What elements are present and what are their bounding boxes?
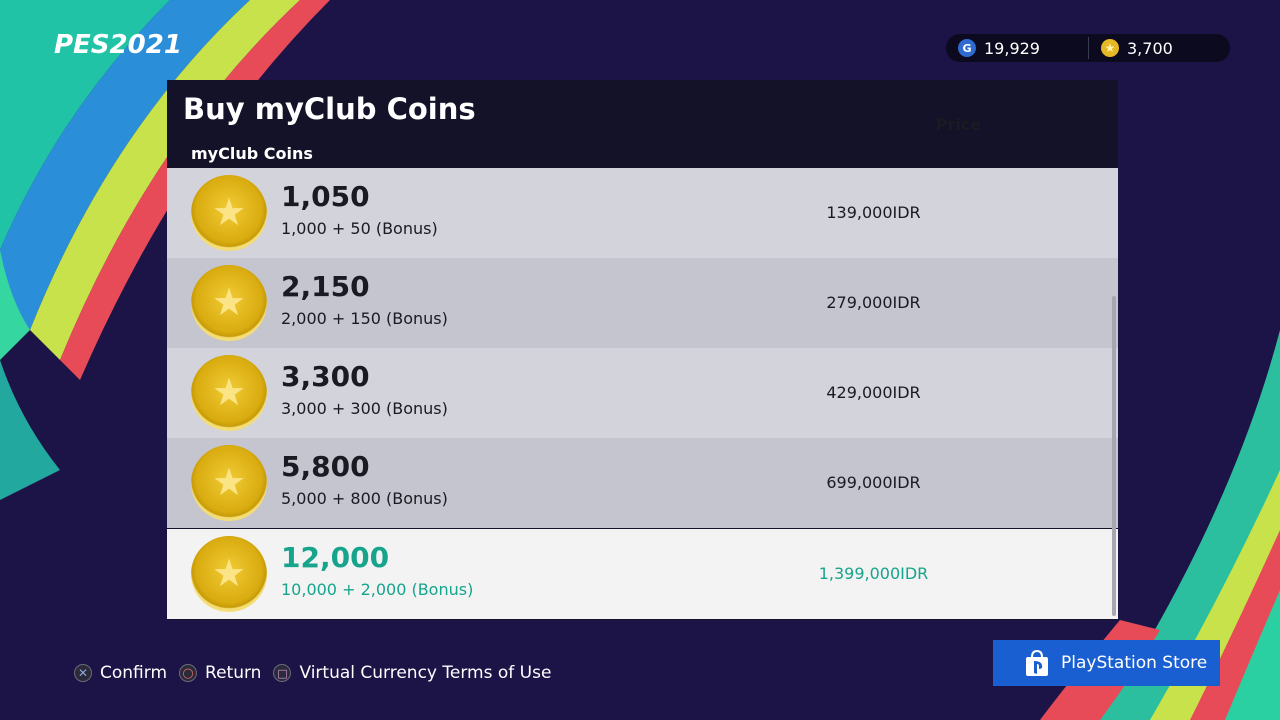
coin-package-list: ★ 1,050 1,000 + 50 (Bonus) 139,000IDR ★ …	[167, 168, 1118, 620]
package-amount: 3,300	[281, 360, 370, 393]
package-price: 279,000IDR	[826, 293, 921, 312]
package-amount: 5,800	[281, 450, 370, 483]
confirm-hint[interactable]: ✕ Confirm	[74, 663, 167, 683]
package-price: 429,000IDR	[826, 383, 921, 402]
coin-package-row[interactable]: ★ 2,150 2,000 + 150 (Bonus) 279,000IDR	[167, 258, 1118, 348]
package-detail: 3,000 + 300 (Bonus)	[281, 399, 448, 418]
currency-bar: G 19,929 ★ 3,700	[946, 34, 1230, 62]
confirm-label: Confirm	[100, 663, 168, 683]
coin-package-row[interactable]: ★ 3,300 3,000 + 300 (Bonus) 429,000IDR	[167, 348, 1118, 438]
playstation-store-label: PlayStation Store	[1061, 653, 1208, 673]
coins-value: 3,700	[1127, 38, 1173, 58]
gp-balance: G 19,929	[958, 34, 1040, 62]
pes2021-logo: PES2021	[54, 30, 182, 60]
package-price: 1,399,000IDR	[818, 564, 929, 583]
package-detail: 2,000 + 150 (Bonus)	[281, 309, 448, 328]
playstation-store-button[interactable]: PlayStation Store	[993, 640, 1220, 686]
coin-icon: ★	[191, 265, 267, 341]
scrollbar[interactable]	[1112, 296, 1116, 616]
column-header-price: Price	[935, 115, 982, 134]
package-amount: 2,150	[281, 270, 370, 303]
coin-icon: ★	[191, 175, 267, 251]
square-button-icon: □	[273, 664, 292, 682]
buy-coins-panel: Buy myClub Coins myClub Coins Price ★ 1,…	[167, 80, 1118, 620]
coin-package-row[interactable]: ★ 5,800 5,000 + 800 (Bonus) 699,000IDR	[167, 438, 1118, 528]
gp-icon: G	[958, 39, 976, 57]
star-icon: ★	[1101, 39, 1119, 57]
playstation-store-bag-icon	[1026, 649, 1048, 676]
package-amount: 12,000	[281, 541, 390, 574]
circle-button-icon: ○	[179, 664, 198, 682]
package-price: 139,000IDR	[826, 203, 921, 222]
page-title: Buy myClub Coins	[183, 92, 476, 126]
package-price: 699,000IDR	[826, 473, 921, 492]
gp-value: 19,929	[984, 38, 1040, 58]
currency-divider	[1088, 37, 1089, 59]
package-detail: 1,000 + 50 (Bonus)	[281, 219, 438, 238]
coin-icon: ★	[191, 355, 267, 431]
button-hints: ✕ Confirm ○ Return □ Virtual Currency Te…	[74, 662, 563, 684]
package-detail: 5,000 + 800 (Bonus)	[281, 489, 448, 508]
coin-package-row[interactable]: ★ 1,050 1,000 + 50 (Bonus) 139,000IDR	[167, 168, 1118, 258]
coin-balance: ★ 3,700	[1101, 34, 1173, 62]
coin-icon: ★	[191, 445, 267, 521]
terms-hint[interactable]: □ Virtual Currency Terms of Use	[273, 663, 551, 683]
column-header-coins: myClub Coins	[191, 144, 313, 163]
package-detail: 10,000 + 2,000 (Bonus)	[281, 580, 474, 599]
return-label: Return	[205, 663, 262, 683]
return-hint[interactable]: ○ Return	[179, 663, 261, 683]
coin-package-row-selected[interactable]: ★ 12,000 10,000 + 2,000 (Bonus) 1,399,00…	[167, 529, 1118, 619]
coin-icon: ★	[191, 536, 267, 612]
terms-label: Virtual Currency Terms of Use	[299, 663, 552, 683]
cross-button-icon: ✕	[74, 664, 92, 682]
package-amount: 1,050	[281, 180, 370, 213]
